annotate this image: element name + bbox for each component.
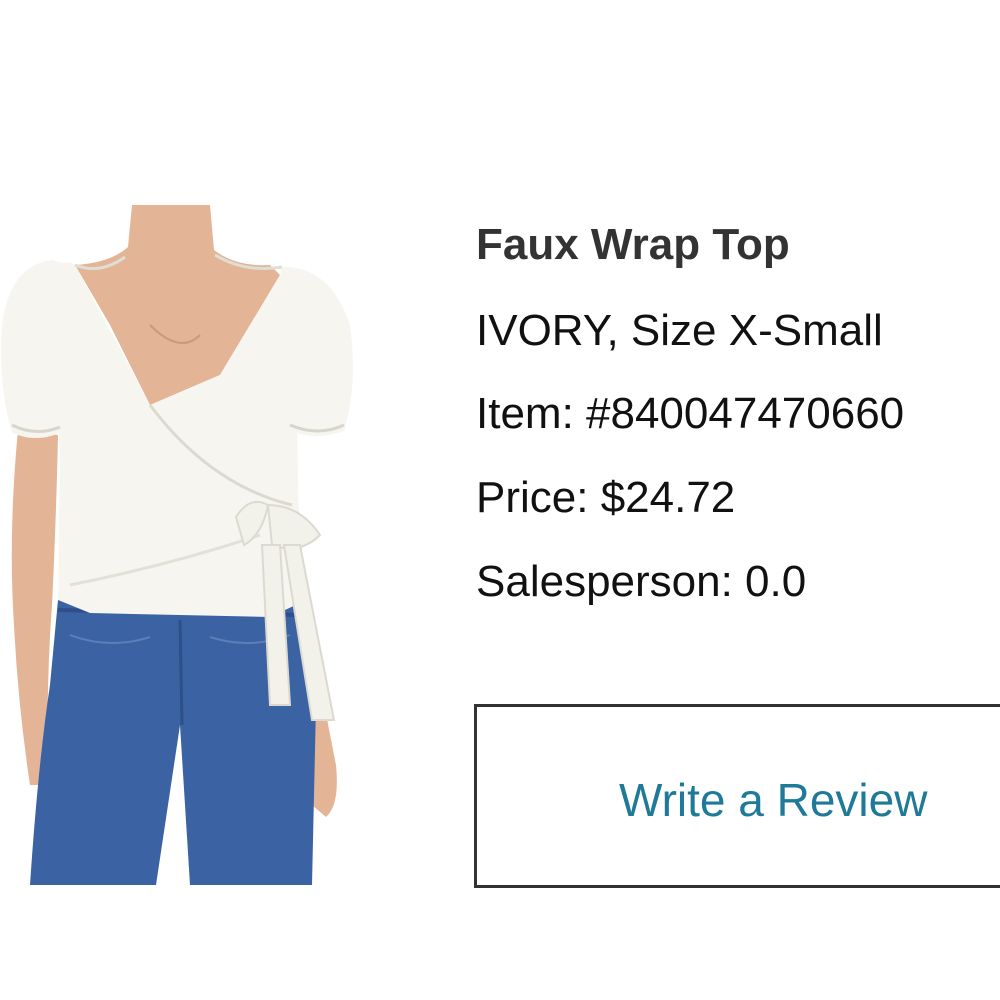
product-color-size: IVORY, Size X-Small [476,306,883,355]
product-title: Faux Wrap Top [476,220,790,269]
product-item-number: Item: #840047470660 [476,389,905,438]
product-salesperson: Salesperson: 0.0 [476,557,807,606]
product-price: Price: $24.72 [476,473,736,522]
product-image [1,205,353,885]
write-review-button[interactable]: Write a Review [474,704,1000,888]
write-review-label: Write a Review [619,774,928,826]
